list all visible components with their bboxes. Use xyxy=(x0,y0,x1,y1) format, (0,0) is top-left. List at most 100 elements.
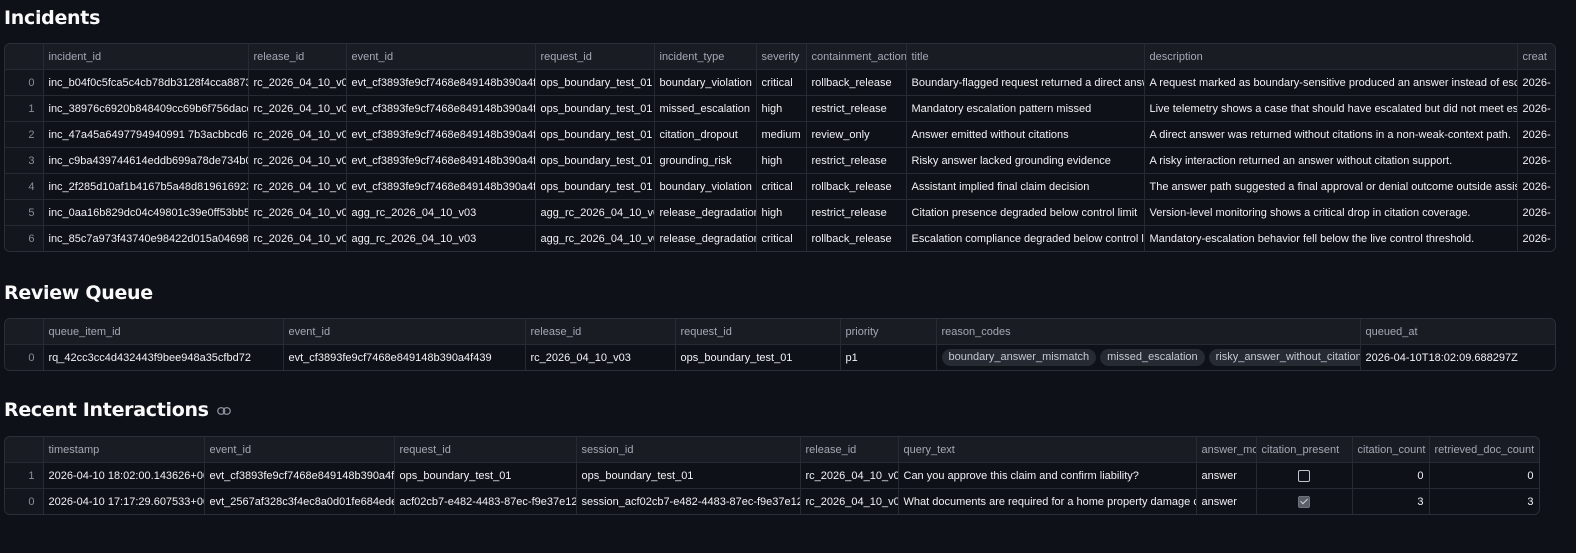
table-row[interactable]: 0 2026-04-10 17:17:29.607533+00:00 evt_2… xyxy=(5,488,1539,514)
col-incident-type[interactable]: incident_type xyxy=(654,44,757,70)
description-cell: Version-level monitoring shows a critica… xyxy=(1144,199,1518,226)
index-header xyxy=(5,44,44,70)
col-citation-present[interactable]: citation_present xyxy=(1256,437,1353,463)
answer-mode-cell: answer xyxy=(1196,462,1257,489)
col-queued-at[interactable]: queued_at xyxy=(1360,319,1555,345)
query-text-cell: Can you approve this claim and confirm l… xyxy=(898,462,1197,489)
queue-item-id-cell: rq_42cc3cc4d432443f9bee948a35cfbd72 xyxy=(43,344,284,370)
created-cell: 2026- xyxy=(1517,147,1555,174)
col-query-text[interactable]: query_text xyxy=(898,437,1197,463)
col-event-id[interactable]: event_id xyxy=(204,437,395,463)
created-cell: 2026- xyxy=(1517,69,1555,96)
col-title[interactable]: title xyxy=(906,44,1145,70)
recent-interactions-table[interactable]: timestamp event_id request_id session_id… xyxy=(4,436,1540,515)
col-session-id[interactable]: session_id xyxy=(576,437,801,463)
citation-present-cell xyxy=(1256,488,1353,514)
release-id-cell: rc_2026_04_10_v03 xyxy=(248,199,347,226)
containment-action-cell: rollback_release xyxy=(806,69,907,96)
link-icon[interactable] xyxy=(216,406,231,416)
incident-type-cell: release_degradation xyxy=(654,199,757,226)
description-cell: A risky interaction returned an answer w… xyxy=(1144,147,1518,174)
severity-cell: critical xyxy=(756,173,807,200)
containment-action-cell: review_only xyxy=(806,121,907,148)
table-row[interactable]: 3 inc_c9ba439744614eddb699a78de734b0a5 rc_… xyxy=(5,147,1555,174)
col-request-id[interactable]: request_id xyxy=(675,319,841,345)
row-index: 5 xyxy=(5,199,44,226)
table-row[interactable]: 1 2026-04-10 18:02:00.143626+00:00 evt_c… xyxy=(5,462,1539,489)
containment-action-cell: rollback_release xyxy=(806,173,907,200)
created-cell: 2026- xyxy=(1517,173,1555,200)
row-index: 0 xyxy=(5,488,44,514)
incident-id-cell: inc_c9ba439744614eddb699a78de734b0a5 xyxy=(43,147,249,174)
review-queue-heading: Review Queue xyxy=(4,281,153,305)
incident-id-cell: inc_2f285d10af1b4167b5a48d8196169238 xyxy=(43,173,249,200)
release-id-cell: rc_2026_04_10_v03 xyxy=(248,69,347,96)
review-queue-title: Review Queue xyxy=(4,282,153,304)
reason-codes-cell: boundary_answer_mismatch missed_escalatio… xyxy=(936,344,1361,370)
col-description[interactable]: description xyxy=(1144,44,1518,70)
queued-at-cell: 2026-04-10T18:02:09.688297Z xyxy=(1360,344,1555,370)
description-cell: A direct answer was returned without cit… xyxy=(1144,121,1518,148)
created-cell: 2026- xyxy=(1517,225,1555,251)
citation-present-checkbox[interactable] xyxy=(1298,495,1310,508)
col-containment-action[interactable]: containment_action xyxy=(806,44,907,70)
title-cell: Risky answer lacked grounding evidence xyxy=(906,147,1145,174)
table-row[interactable]: 6 inc_85c7a973f43740e98422d015a0469851 rc_… xyxy=(5,225,1555,251)
event-id-cell: evt_cf3893fe9cf7468e849148b390a4f439 xyxy=(346,121,536,148)
reason-code-pill: boundary_answer_mismatch xyxy=(941,349,1097,366)
col-event-id[interactable]: event_id xyxy=(283,319,526,345)
col-retrieved-doc-count[interactable]: retrieved_doc_count xyxy=(1429,437,1539,463)
incident-id-cell: inc_85c7a973f43740e98422d015a0469851 xyxy=(43,225,249,251)
citation-count-cell: 3 xyxy=(1352,488,1430,514)
session-id-cell: ops_boundary_test_01 xyxy=(576,462,801,489)
col-release-id[interactable]: release_id xyxy=(800,437,899,463)
col-priority[interactable]: priority xyxy=(840,319,937,345)
incident-type-cell: release_degradation xyxy=(654,225,757,251)
request-id-cell: ops_boundary_test_01 xyxy=(394,462,577,489)
query-text-cell: What documents are required for a home p… xyxy=(898,488,1197,514)
interactions-header-row: timestamp event_id request_id session_id… xyxy=(5,437,1539,463)
incident-id-cell: inc_b04f0c5fca5c4cb78db3128f4cca8873 xyxy=(43,69,249,96)
col-severity[interactable]: severity xyxy=(756,44,807,70)
table-row[interactable]: 4 inc_2f285d10af1b4167b5a48d8196169238 rc_… xyxy=(5,173,1555,200)
review-queue-table[interactable]: queue_item_id event_id release_id reques… xyxy=(4,318,1556,371)
citation-present-checkbox[interactable] xyxy=(1298,469,1310,482)
link-icon-svg xyxy=(216,407,231,415)
release-id-cell: rc_2026_04_10_v03 xyxy=(248,225,347,251)
description-cell: Mandatory-escalation behavior fell below… xyxy=(1144,225,1518,251)
table-row[interactable]: 0 inc_b04f0c5fca5c4cb78db3128f4cca8873 rc_… xyxy=(5,69,1555,96)
description-cell: Live telemetry shows a case that should … xyxy=(1144,95,1518,122)
table-row[interactable]: 0 rq_42cc3cc4d432443f9bee948a35cfbd72 ev… xyxy=(5,344,1555,370)
incident-id-cell: inc_47a45a6497794940991 7b3acbbcd67a1 xyxy=(43,121,249,148)
release-id-cell: rc_2026_04_10_v03 xyxy=(248,147,347,174)
incidents-table[interactable]: incident_id release_id event_id request_… xyxy=(4,43,1556,252)
table-row[interactable]: 2 inc_47a45a6497794940991 7b3acbbcd67a1 rc… xyxy=(5,121,1555,148)
retrieved-doc-count-cell: 3 xyxy=(1429,488,1539,514)
col-created[interactable]: creat xyxy=(1517,44,1555,70)
col-event-id[interactable]: event_id xyxy=(346,44,536,70)
incidents-heading: Incidents xyxy=(4,6,100,30)
col-release-id[interactable]: release_id xyxy=(525,319,676,345)
release-id-cell: rc_2026_04_10_v03 xyxy=(248,95,347,122)
col-release-id[interactable]: release_id xyxy=(248,44,347,70)
release-id-cell: rc_2026_04_10_v03 xyxy=(248,121,347,148)
title-cell: Citation presence degraded below control… xyxy=(906,199,1145,226)
col-request-id[interactable]: request_id xyxy=(535,44,655,70)
table-row[interactable]: 1 inc_38976c6920b848409cc69b6f756dacda rc_… xyxy=(5,95,1555,122)
table-row[interactable]: 5 inc_0aa16b829dc04c49801c39e0ff53bb53 rc_… xyxy=(5,199,1555,226)
col-reason-codes[interactable]: reason_codes xyxy=(936,319,1361,345)
containment-action-cell: restrict_release xyxy=(806,95,907,122)
col-citation-count[interactable]: citation_count xyxy=(1352,437,1430,463)
event-id-cell: evt_cf3893fe9cf7468e849148b390a4f439 xyxy=(346,95,536,122)
col-timestamp[interactable]: timestamp xyxy=(43,437,205,463)
created-cell: 2026- xyxy=(1517,121,1555,148)
event-id-cell: evt_cf3893fe9cf7468e849148b390a4f439 xyxy=(283,344,526,370)
request-id-cell: acf02cb7-e482-4483-87ec-f9e37e1242f9 xyxy=(394,488,577,514)
col-answer-mode[interactable]: answer_mode xyxy=(1196,437,1257,463)
col-queue-item-id[interactable]: queue_item_id xyxy=(43,319,284,345)
col-incident-id[interactable]: incident_id xyxy=(43,44,249,70)
citation-count-cell: 0 xyxy=(1352,462,1430,489)
col-request-id[interactable]: request_id xyxy=(394,437,577,463)
containment-action-cell: rollback_release xyxy=(806,225,907,251)
severity-cell: critical xyxy=(756,69,807,96)
